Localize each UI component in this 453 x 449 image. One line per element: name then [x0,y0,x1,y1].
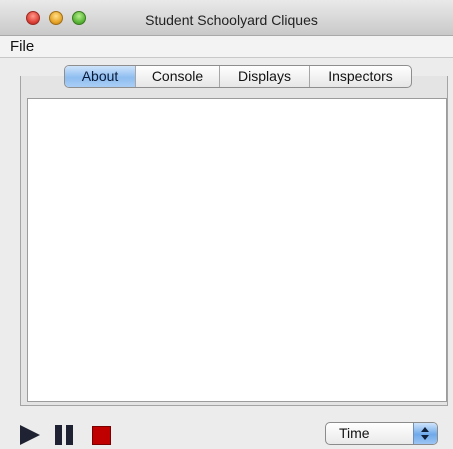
tab-console[interactable]: Console [135,66,219,87]
pause-icon[interactable] [55,425,76,445]
about-content-pane [27,98,447,402]
play-icon[interactable] [20,425,40,445]
tab-bar: About Console Displays Inspectors [64,65,412,88]
chevron-down-icon [421,435,429,440]
time-select-value: Time [339,425,370,441]
time-select[interactable]: Time [325,422,438,445]
stop-icon[interactable] [92,426,111,445]
tab-about[interactable]: About [65,66,135,87]
tab-inspectors[interactable]: Inspectors [309,66,411,87]
pause-bar-right [66,425,73,445]
select-stepper-icon [413,423,437,444]
window-title: Student Schoolyard Cliques [145,12,318,28]
app-window: Student Schoolyard Cliques File About Co… [0,0,453,449]
menu-bar: File [0,36,453,58]
menu-file[interactable]: File [10,38,34,55]
pause-bar-left [55,425,62,445]
title-bar[interactable]: Student Schoolyard Cliques [0,0,453,36]
tab-displays[interactable]: Displays [219,66,309,87]
chevron-up-icon [421,427,429,432]
